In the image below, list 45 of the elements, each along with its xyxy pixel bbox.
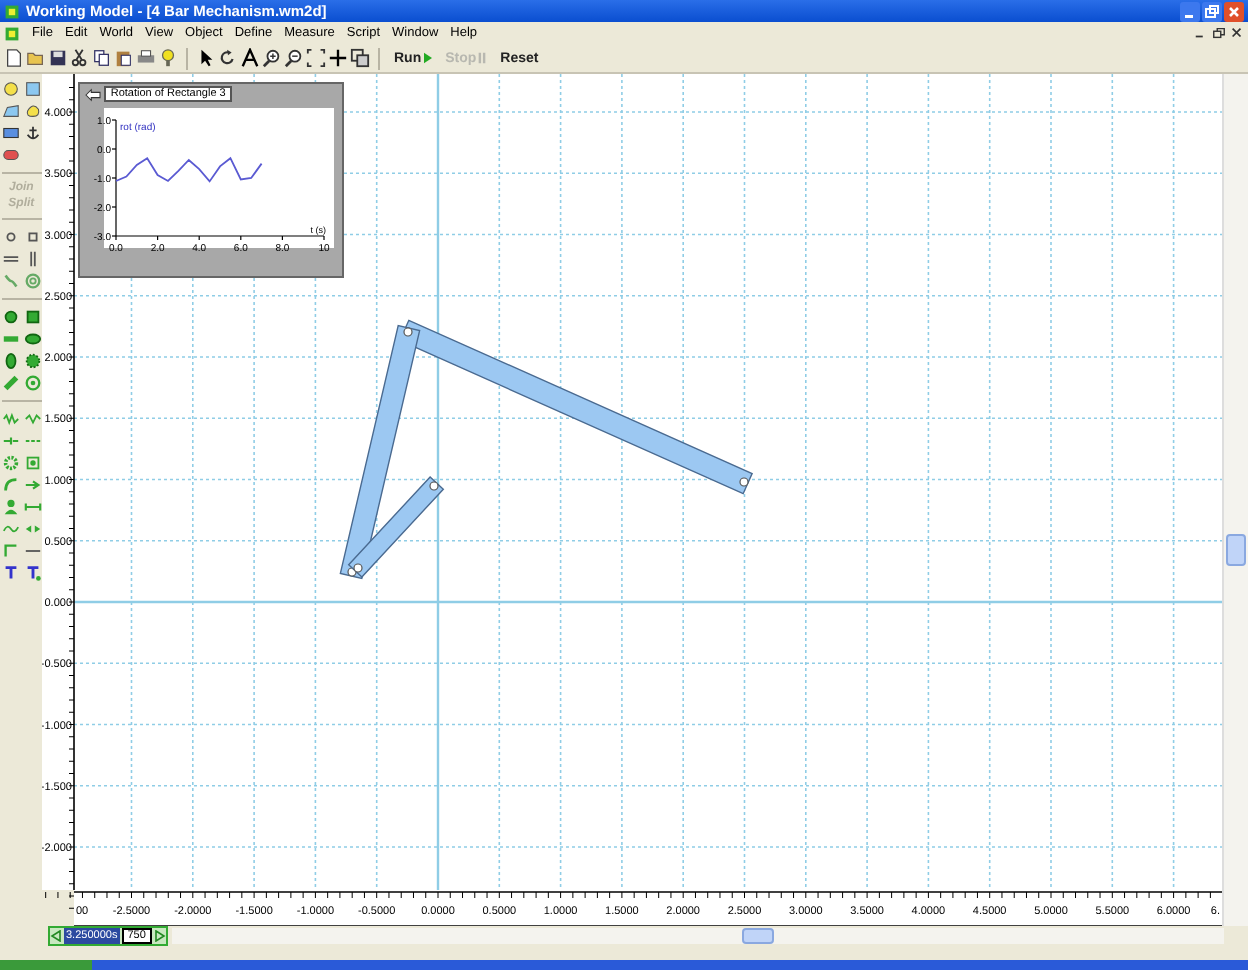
- text-tool-icon[interactable]: [240, 48, 260, 68]
- restore-button[interactable]: [1202, 1, 1222, 21]
- rotate-icon[interactable]: [218, 48, 238, 68]
- pointer-icon[interactable]: [196, 48, 216, 68]
- fit-view-icon[interactable]: [306, 48, 326, 68]
- printer-icon[interactable]: [136, 48, 156, 68]
- square-icon[interactable]: [23, 80, 42, 98]
- track-icon[interactable]: [350, 48, 370, 68]
- save-icon[interactable]: [48, 48, 68, 68]
- horizontal-scrollbar[interactable]: [171, 928, 1224, 944]
- vertical-scrollbar[interactable]: [1222, 74, 1248, 926]
- square-point-icon[interactable]: [23, 228, 42, 246]
- joint-icon[interactable]: [1, 308, 20, 326]
- minimize-button[interactable]: [1180, 1, 1200, 21]
- rectangle-icon[interactable]: [1, 124, 20, 142]
- curved-shape-icon[interactable]: [23, 102, 42, 120]
- rod-icon[interactable]: [1, 250, 20, 268]
- start-button[interactable]: [0, 960, 92, 970]
- pause-icon: [478, 52, 487, 64]
- close-button[interactable]: [1230, 26, 1244, 40]
- polygon-icon[interactable]: [1, 102, 20, 120]
- paste-icon[interactable]: [114, 48, 134, 68]
- rewind-icon[interactable]: [50, 930, 62, 942]
- open-folder-icon[interactable]: [26, 48, 46, 68]
- play-icon: [423, 52, 432, 64]
- forward-icon[interactable]: [153, 930, 166, 942]
- square-joint-icon[interactable]: [23, 308, 42, 326]
- point-icon[interactable]: [1, 228, 20, 246]
- zoom-in-icon[interactable]: [262, 48, 282, 68]
- anchor-icon[interactable]: [23, 124, 42, 142]
- app-logo-icon: [4, 3, 20, 19]
- zoom-out-icon[interactable]: [284, 48, 304, 68]
- move-icon[interactable]: [328, 48, 348, 68]
- oval-joint-icon[interactable]: [1, 352, 20, 370]
- copy-icon[interactable]: [92, 48, 112, 68]
- circle-icon[interactable]: [1, 80, 20, 98]
- arrow-icon[interactable]: [84, 87, 103, 101]
- close-button[interactable]: [1224, 1, 1244, 21]
- restore-button[interactable]: [1212, 26, 1226, 40]
- new-file-icon[interactable]: [4, 48, 24, 68]
- cut-icon[interactable]: [70, 48, 90, 68]
- link-bar[interactable]: [348, 475, 446, 579]
- slot-joint-icon[interactable]: [23, 330, 42, 348]
- gear-icon[interactable]: [23, 352, 42, 370]
- rounded-rectangle-icon[interactable]: [1, 146, 20, 164]
